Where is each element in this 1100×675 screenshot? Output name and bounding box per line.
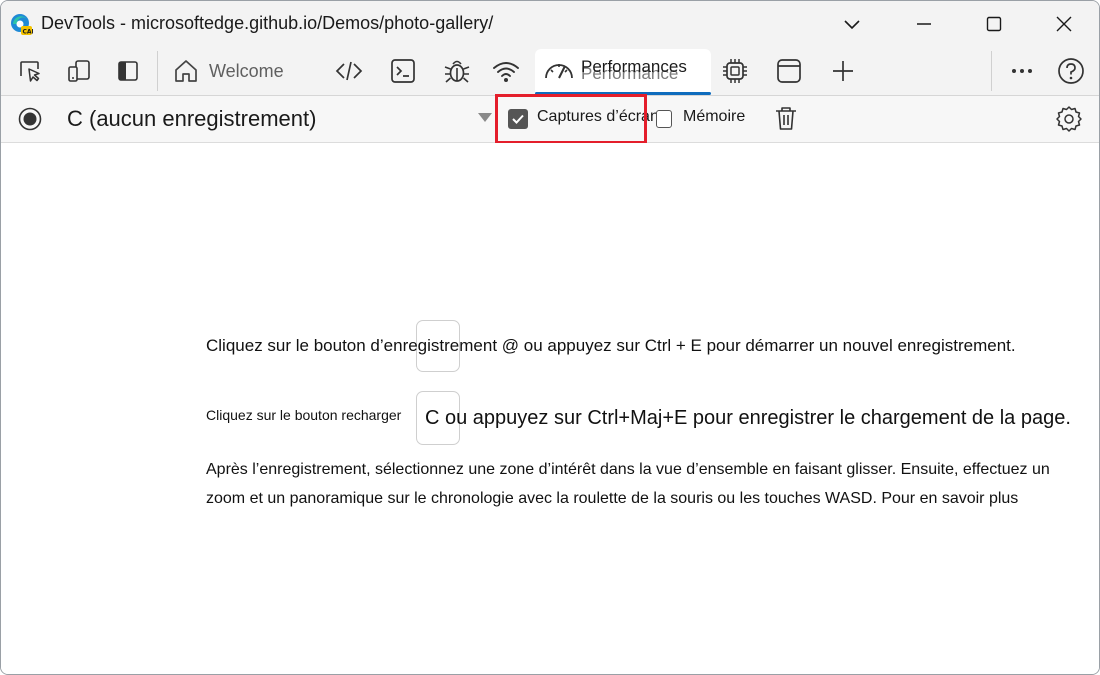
tab-application[interactable] bbox=[773, 55, 805, 87]
inspect-icon bbox=[20, 61, 40, 82]
tab-performance[interactable]: Performance Performances bbox=[535, 49, 711, 95]
maximize-button[interactable] bbox=[959, 1, 1029, 47]
home-icon bbox=[175, 60, 197, 82]
record-instructions: Cliquez sur le bouton d’enregistrement @… bbox=[206, 336, 1016, 355]
tab-separator bbox=[991, 51, 992, 91]
sources-bug-icon bbox=[444, 60, 470, 83]
memory-checkbox[interactable] bbox=[656, 110, 672, 128]
device-emulation-icon bbox=[68, 60, 90, 82]
tool-tab-bar: Welcome Performance Performances bbox=[1, 47, 1099, 96]
tab-console[interactable] bbox=[387, 55, 419, 87]
dock-side-button[interactable] bbox=[112, 55, 144, 87]
performance-gauge-icon bbox=[545, 64, 573, 79]
help-button[interactable] bbox=[1055, 55, 1087, 87]
window-title: DevTools - microsoftedge.github.io/Demos… bbox=[41, 13, 494, 33]
close-icon bbox=[1056, 16, 1072, 32]
window-menu-button[interactable] bbox=[817, 1, 887, 47]
tab-elements[interactable] bbox=[333, 55, 365, 87]
console-icon bbox=[391, 59, 415, 83]
tab-welcome[interactable]: Welcome bbox=[171, 47, 284, 95]
tab-performance-label: Performances bbox=[581, 57, 687, 76]
maximize-icon bbox=[986, 16, 1002, 32]
tab-sources[interactable] bbox=[441, 55, 473, 87]
tab-welcome-label: Welcome bbox=[209, 60, 284, 81]
more-tools-button[interactable] bbox=[1006, 55, 1038, 87]
help-icon bbox=[1058, 58, 1084, 84]
inspect-button[interactable] bbox=[14, 55, 46, 87]
chevron-down-icon bbox=[844, 20, 860, 30]
profile-select[interactable]: C (aucun enregistrement) bbox=[67, 106, 316, 132]
network-wifi-icon bbox=[493, 62, 519, 82]
settings-gear-icon[interactable] bbox=[1054, 104, 1084, 134]
devtools-window: CAN DevTools - microsoftedge.github.io/D… bbox=[0, 0, 1100, 675]
title-bar: CAN DevTools - microsoftedge.github.io/D… bbox=[1, 1, 1099, 47]
memory-chip-icon bbox=[723, 59, 747, 83]
screenshots-highlight-box bbox=[495, 94, 647, 144]
performance-landing-pane: Cliquez sur le bouton d’enregistrement @… bbox=[1, 143, 1099, 674]
record-icon[interactable] bbox=[18, 107, 42, 131]
reload-instructions-prefix: Cliquez sur le bouton recharger bbox=[206, 407, 402, 423]
tab-memory[interactable] bbox=[719, 55, 751, 87]
more-icon bbox=[1012, 69, 1032, 73]
minimize-button[interactable] bbox=[889, 1, 959, 47]
tab-network[interactable] bbox=[490, 55, 522, 87]
add-tool-icon bbox=[833, 61, 853, 81]
after-recording-instructions: Après l’enregistrement, sélectionnez une… bbox=[206, 461, 1050, 507]
application-window-icon bbox=[777, 59, 801, 83]
device-emulation-button[interactable] bbox=[63, 55, 95, 87]
elements-icon bbox=[335, 61, 363, 81]
add-tool-button[interactable] bbox=[827, 55, 859, 87]
svg-text:CAN: CAN bbox=[23, 29, 34, 36]
trash-icon[interactable] bbox=[772, 104, 800, 132]
dock-side-icon bbox=[118, 61, 138, 81]
memory-label: Mémoire bbox=[683, 108, 746, 125]
edge-canary-logo-icon: CAN bbox=[11, 14, 34, 36]
reload-instructions-suffix: C ou appuyez sur Ctrl+Maj+E pour enregis… bbox=[425, 407, 1071, 429]
close-button[interactable] bbox=[1029, 1, 1099, 47]
tab-separator bbox=[157, 51, 158, 91]
minimize-icon bbox=[917, 23, 931, 25]
dropdown-arrow-icon[interactable] bbox=[478, 113, 492, 122]
